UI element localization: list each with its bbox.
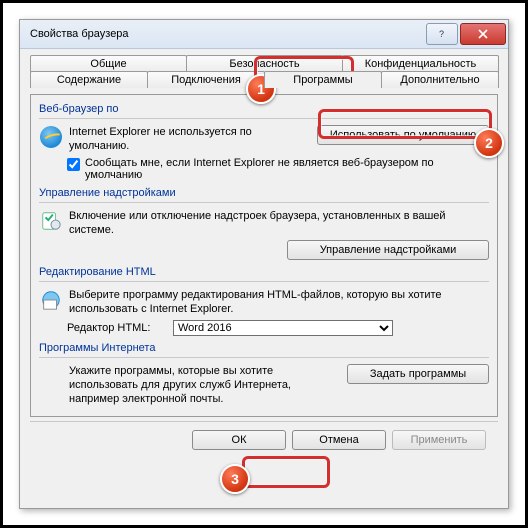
notify-checkbox[interactable]: Сообщать мне, если Internet Explorer не … [67,157,489,181]
dialog-buttons: ОК Отмена Применить [30,421,498,450]
close-button[interactable] [460,23,506,45]
ok-button[interactable]: ОК [192,430,286,450]
svg-text:?: ? [439,29,444,39]
default-browser-text: Internet Explorer не используется по умо… [69,125,311,154]
tab-general[interactable]: Общие [30,55,187,72]
internet-programs-text: Укажите программы, которые вы хотите исп… [69,364,341,407]
window-title: Свойства браузера [30,28,424,40]
group-addons-label: Управление надстройками [39,187,489,199]
group-browser-label: Веб-браузер по [39,103,489,115]
badge-3: 3 [220,464,250,494]
notify-checkbox-input[interactable] [67,158,80,171]
tab-programs[interactable]: Программы [264,71,382,88]
tab-connections[interactable]: Подключения [147,71,265,88]
html-editor-select[interactable]: Word 2016 [173,320,393,336]
addons-text: Включение или отключение надстроек брауз… [69,209,489,238]
addons-icon [39,209,63,233]
cancel-button[interactable]: Отмена [292,430,386,450]
manage-addons-button[interactable]: Управление надстройками [287,240,489,260]
set-programs-button[interactable]: Задать программы [347,364,489,384]
html-editor-icon [39,288,63,312]
tab-privacy[interactable]: Конфиденциальность [342,55,499,72]
group-progs-label: Программы Интернета [39,342,489,354]
ie-icon [39,125,63,149]
titlebar: Свойства браузера ? [20,20,508,49]
apply-button[interactable]: Применить [392,430,486,450]
html-editor-label: Редактор HTML: [67,322,167,334]
html-editor-text: Выберите программу редактирования HTML-ф… [69,288,489,317]
callout-3 [242,456,330,488]
help-button[interactable]: ? [426,23,458,45]
tab-content[interactable]: Содержание [30,71,148,88]
tab-advanced[interactable]: Дополнительно [381,71,499,88]
set-default-button[interactable]: Использовать по умолчанию [317,125,489,145]
notify-checkbox-label: Сообщать мне, если Internet Explorer не … [85,157,489,181]
tab-panel: Веб-браузер по Internet Explorer не испо… [30,94,498,417]
group-html-label: Редактирование HTML [39,266,489,278]
tab-security[interactable]: Безопасность [186,55,343,72]
